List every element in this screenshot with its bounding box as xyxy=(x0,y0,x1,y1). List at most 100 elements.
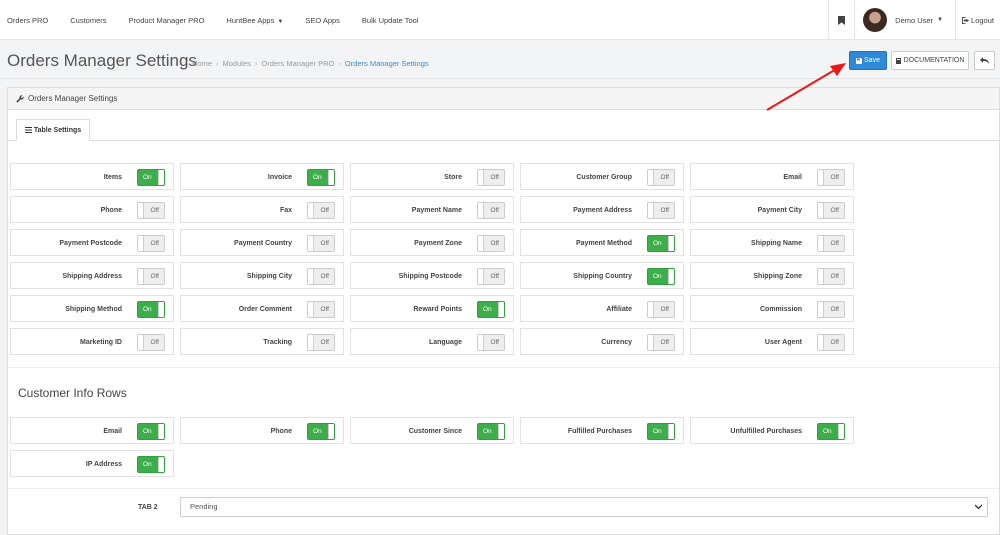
table-field-label: Store xyxy=(444,174,462,181)
table-field-toggle[interactable]: Off xyxy=(137,268,165,285)
toggle-state-label: Off xyxy=(490,174,499,181)
table-field-toggle[interactable]: On xyxy=(647,268,675,285)
table-field-toggle[interactable]: Off xyxy=(307,202,335,219)
table-field-toggle[interactable]: On xyxy=(137,301,165,318)
breadcrumb-orders-manager-pro[interactable]: Orders Manager PRO xyxy=(261,59,334,68)
save-button[interactable]: Save xyxy=(849,51,887,70)
toggle-knob xyxy=(308,203,314,218)
table-field-toggle[interactable]: On xyxy=(477,301,505,318)
customer-field: Email On xyxy=(10,417,174,444)
table-field-toggle[interactable]: Off xyxy=(647,301,675,318)
save-icon xyxy=(856,57,863,64)
toggle-knob xyxy=(818,236,824,251)
customer-field-toggle[interactable]: On xyxy=(647,423,675,440)
table-field: Payment Country Off xyxy=(180,229,344,256)
list-icon xyxy=(24,127,32,133)
documentation-button[interactable]: DOCUMENTATION xyxy=(891,51,969,70)
table-field-label: Payment Postcode xyxy=(59,240,122,247)
breadcrumb-current[interactable]: Orders Manager Settings xyxy=(345,59,429,68)
table-field-label: Shipping City xyxy=(246,273,292,280)
toggle-knob xyxy=(818,335,824,350)
toggle-knob xyxy=(138,236,144,251)
table-field-toggle[interactable]: Off xyxy=(477,334,505,351)
tab2-select[interactable]: Pending xyxy=(180,497,988,517)
logout-link[interactable]: Logout xyxy=(955,0,1000,40)
toggle-state-label: On xyxy=(143,306,152,313)
table-field-toggle[interactable]: Off xyxy=(307,334,335,351)
bookmark-icon xyxy=(838,15,846,25)
table-field-label: Payment Zone xyxy=(414,240,462,247)
toggle-knob xyxy=(158,170,164,185)
toggle-state-label: On xyxy=(143,174,152,181)
table-field-toggle[interactable]: Off xyxy=(817,169,845,186)
table-field-toggle[interactable]: Off xyxy=(647,334,675,351)
table-field-toggle[interactable]: Off xyxy=(137,235,165,252)
divider xyxy=(8,367,999,368)
nav-product-manager-pro[interactable]: Product Manager PRO xyxy=(129,16,205,25)
table-field-toggle[interactable]: Off xyxy=(307,301,335,318)
nav-huntbee-apps[interactable]: HuntBee Apps ▼ xyxy=(226,16,283,25)
table-field-toggle[interactable]: Off xyxy=(817,301,845,318)
table-field-label: Shipping Method xyxy=(65,306,122,313)
table-field: Commission Off xyxy=(690,295,854,322)
user-menu[interactable]: Demo User ▼ xyxy=(854,0,955,40)
customer-field-toggle[interactable]: On xyxy=(137,456,165,473)
table-field-toggle[interactable]: Off xyxy=(817,202,845,219)
table-field: Shipping Postcode Off xyxy=(350,262,514,289)
toggle-knob xyxy=(668,424,674,439)
toggle-state-label: Off xyxy=(320,207,329,214)
toggle-knob xyxy=(648,203,654,218)
customer-field-toggle[interactable]: On xyxy=(817,423,845,440)
table-field-toggle[interactable]: Off xyxy=(817,334,845,351)
toggle-knob xyxy=(478,236,484,251)
toggle-state-label: On xyxy=(313,428,322,435)
table-field-toggle[interactable]: Off xyxy=(307,235,335,252)
back-button[interactable] xyxy=(974,51,995,70)
table-field-toggle[interactable]: On xyxy=(647,235,675,252)
table-field-toggle[interactable]: Off xyxy=(817,268,845,285)
table-field: Marketing ID Off xyxy=(10,328,174,355)
nav-seo-apps[interactable]: SEO Apps xyxy=(305,16,340,25)
table-field: User Agent Off xyxy=(690,328,854,355)
toggle-knob xyxy=(478,335,484,350)
bookmark-button[interactable] xyxy=(828,0,854,40)
toggle-knob xyxy=(308,302,314,317)
customer-field-toggle[interactable]: On xyxy=(477,423,505,440)
table-field: Shipping Zone Off xyxy=(690,262,854,289)
toggle-knob xyxy=(818,302,824,317)
nav-orders-pro[interactable]: Orders PRO xyxy=(7,16,48,25)
toggle-knob xyxy=(158,424,164,439)
table-field-toggle[interactable]: Off xyxy=(647,202,675,219)
table-field-toggle[interactable]: Off xyxy=(477,268,505,285)
toggle-knob xyxy=(138,203,144,218)
breadcrumb-home[interactable]: Home xyxy=(192,59,212,68)
table-field-toggle[interactable]: On xyxy=(307,169,335,186)
toggle-knob xyxy=(818,170,824,185)
table-field-toggle[interactable]: Off xyxy=(647,169,675,186)
nav-bulk-update-tool[interactable]: Bulk Update Tool xyxy=(362,16,419,25)
table-field-toggle[interactable]: Off xyxy=(307,268,335,285)
table-field-toggle[interactable]: Off xyxy=(137,334,165,351)
toggle-state-label: Off xyxy=(320,273,329,280)
nav-customers[interactable]: Customers xyxy=(70,16,106,25)
table-field: Shipping City Off xyxy=(180,262,344,289)
table-field-toggle[interactable]: Off xyxy=(477,235,505,252)
divider xyxy=(8,488,999,489)
customer-field-label: IP Address xyxy=(85,461,122,468)
customer-field-toggle[interactable]: On xyxy=(307,423,335,440)
table-field-toggle[interactable]: Off xyxy=(817,235,845,252)
breadcrumb-modules[interactable]: Modules xyxy=(223,59,251,68)
table-field-toggle[interactable]: Off xyxy=(477,202,505,219)
breadcrumb-separator: › xyxy=(254,59,258,68)
table-field: Fax Off xyxy=(180,196,344,223)
toggle-knob xyxy=(648,302,654,317)
toggle-knob xyxy=(498,302,504,317)
customer-field: Fulfilled Purchases On xyxy=(520,417,684,444)
toggle-state-label: Off xyxy=(490,273,499,280)
table-field-toggle[interactable]: Off xyxy=(477,169,505,186)
customer-field-toggle[interactable]: On xyxy=(137,423,165,440)
table-field-toggle[interactable]: Off xyxy=(137,202,165,219)
tab-table-settings[interactable]: Table Settings xyxy=(16,119,90,141)
table-field-toggle[interactable]: On xyxy=(137,169,165,186)
toggle-state-label: Off xyxy=(150,273,159,280)
